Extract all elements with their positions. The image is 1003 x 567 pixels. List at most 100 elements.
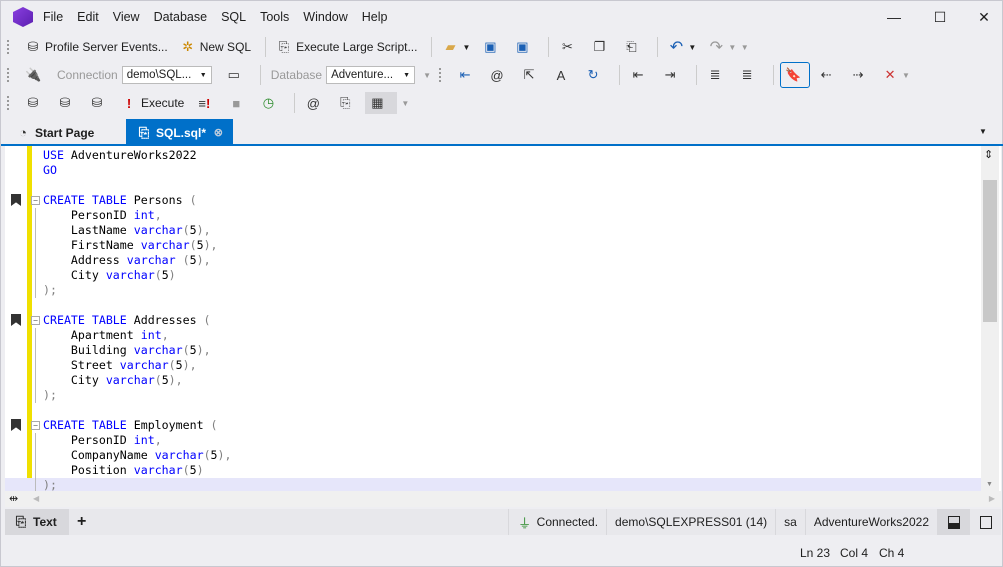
- code-line[interactable]: PersonID int,: [5, 433, 983, 448]
- new-sql-button[interactable]: ✲ New SQL: [176, 36, 255, 58]
- format-button[interactable]: ⇤: [453, 64, 481, 86]
- code-line[interactable]: PersonID int,: [5, 208, 983, 223]
- menu-sql[interactable]: SQL: [221, 10, 246, 24]
- code-line[interactable]: − CREATE TABLE Persons (: [5, 193, 983, 208]
- check-db-button[interactable]: ⛁: [85, 92, 113, 114]
- connection-select[interactable]: demo\SQL... ▼: [121, 66, 212, 84]
- code-line[interactable]: − CREATE TABLE Employment (: [5, 418, 983, 433]
- select-button[interactable]: ⇱: [517, 64, 545, 86]
- add-view-button[interactable]: +: [69, 509, 94, 535]
- connection-properties-button[interactable]: ▭: [222, 64, 250, 86]
- scroll-thumb[interactable]: [983, 180, 997, 322]
- history-button[interactable]: ◷: [256, 92, 284, 114]
- menu-view[interactable]: View: [113, 10, 140, 24]
- save-button[interactable]: ▣: [478, 36, 506, 58]
- menu-database[interactable]: Database: [154, 10, 208, 24]
- parameters-button[interactable]: @: [485, 64, 513, 86]
- refresh-db-button[interactable]: ⛁: [53, 92, 81, 114]
- menu-help[interactable]: Help: [362, 10, 388, 24]
- toggle-bookmark-button[interactable]: 🔖: [780, 62, 811, 88]
- execute-large-script-button[interactable]: ⎘ Execute Large Script...: [272, 36, 421, 58]
- rename-button[interactable]: A: [549, 64, 577, 86]
- tab-sql-file[interactable]: ⎘ SQL.sql* ⊗: [126, 119, 233, 146]
- code-line[interactable]: City varchar(5),: [5, 373, 983, 388]
- database-select[interactable]: Adventure... ▼: [326, 66, 416, 84]
- undo-button[interactable]: ↶ ▼: [664, 36, 700, 58]
- split-horizontal-icon[interactable]: ⇹: [9, 492, 18, 505]
- text-view-tab[interactable]: ⎘ Text: [5, 509, 69, 535]
- fold-toggle-icon[interactable]: −: [31, 316, 40, 325]
- code-line[interactable]: [5, 298, 983, 313]
- edit-db-button[interactable]: ⛁: [21, 92, 49, 114]
- vertical-scrollbar[interactable]: ⇕ ▼: [981, 146, 999, 491]
- save-all-button[interactable]: ▣: [510, 36, 538, 58]
- toolbar-grip[interactable]: [7, 40, 11, 54]
- split-view-button[interactable]: [937, 509, 969, 535]
- menu-tools[interactable]: Tools: [260, 10, 289, 24]
- close-tab-icon[interactable]: ⊗: [214, 126, 223, 139]
- clear-bookmarks-button[interactable]: ✕ ▼: [878, 64, 914, 86]
- code-line[interactable]: Position varchar(5): [5, 463, 983, 478]
- code-line[interactable]: );: [5, 283, 983, 298]
- uncomment-button[interactable]: ≣: [735, 64, 763, 86]
- export-button[interactable]: ⎘: [333, 92, 361, 114]
- code-line[interactable]: USE AdventureWorks2022: [5, 148, 983, 163]
- code-line[interactable]: FirstName varchar(5),: [5, 238, 983, 253]
- grid-output-button[interactable]: ▦: [365, 92, 398, 114]
- close-button[interactable]: ✕: [961, 1, 1003, 33]
- menu-file[interactable]: File: [43, 10, 63, 24]
- scroll-down-icon[interactable]: ▼: [986, 481, 993, 488]
- dropdown-arrow-icon[interactable]: ▼ ▼: [728, 43, 748, 52]
- fold-toggle-icon[interactable]: −: [31, 421, 40, 430]
- toolbar-grip[interactable]: [7, 68, 11, 82]
- cut-button[interactable]: ✂: [555, 36, 583, 58]
- bookmark-icon[interactable]: [11, 194, 21, 206]
- code-line[interactable]: );: [5, 388, 983, 403]
- fold-toggle-icon[interactable]: −: [31, 196, 40, 205]
- horizontal-scrollbar[interactable]: ⇹ ◀ ▶: [5, 491, 1001, 507]
- execute-current-button[interactable]: ≡!: [192, 92, 220, 114]
- tab-list-dropdown-icon[interactable]: ▼: [979, 127, 987, 136]
- dropdown-arrow-icon[interactable]: ▼: [902, 71, 910, 80]
- refresh-button[interactable]: ↻: [581, 64, 609, 86]
- tab-start-page[interactable]: ◔ Start Page: [5, 119, 126, 146]
- comment-button[interactable]: ≣: [703, 64, 731, 86]
- code-line[interactable]: [5, 178, 983, 193]
- copy-button[interactable]: ❐: [587, 36, 615, 58]
- code-line[interactable]: [5, 403, 983, 418]
- next-bookmark-button[interactable]: ⇢: [846, 64, 874, 86]
- redo-button[interactable]: ↷ ▼ ▼: [704, 36, 752, 58]
- scroll-left-icon[interactable]: ◀: [33, 494, 39, 503]
- bookmark-icon[interactable]: [11, 314, 21, 326]
- code-line[interactable]: );: [5, 478, 983, 491]
- decrease-indent-button[interactable]: ⇤: [626, 64, 654, 86]
- menu-edit[interactable]: Edit: [77, 10, 99, 24]
- toolbar-grip[interactable]: [7, 96, 11, 110]
- scroll-right-icon[interactable]: ▶: [989, 494, 995, 503]
- paste-button[interactable]: ⎗: [619, 36, 647, 58]
- maximize-button[interactable]: ☐: [917, 1, 963, 33]
- profile-server-events-button[interactable]: ⛁ Profile Server Events...: [21, 36, 172, 58]
- minimize-button[interactable]: —: [871, 1, 917, 33]
- code-line[interactable]: Street varchar(5),: [5, 358, 983, 373]
- code-line[interactable]: Apartment int,: [5, 328, 983, 343]
- new-connection-button[interactable]: 🔌: [21, 64, 49, 86]
- code-line[interactable]: LastName varchar(5),: [5, 223, 983, 238]
- sql-editor[interactable]: USE AdventureWorks2022 GO − CREATE TABLE Pe…: [5, 146, 1001, 491]
- previous-bookmark-button[interactable]: ⇠: [814, 64, 842, 86]
- split-icon[interactable]: ⇕: [984, 148, 993, 161]
- stop-button[interactable]: ■: [224, 92, 252, 114]
- parameters-button[interactable]: @: [301, 92, 329, 114]
- single-view-button[interactable]: [969, 509, 1001, 535]
- code-line[interactable]: City varchar(5): [5, 268, 983, 283]
- execute-button[interactable]: ! Execute: [117, 92, 188, 114]
- code-line[interactable]: Building varchar(5),: [5, 343, 983, 358]
- code-line[interactable]: − CREATE TABLE Addresses (: [5, 313, 983, 328]
- code-line[interactable]: GO: [5, 163, 983, 178]
- dropdown-arrow-icon[interactable]: ▼: [423, 71, 431, 80]
- bookmark-icon[interactable]: [11, 419, 21, 431]
- open-button[interactable]: ▰ ▼: [438, 36, 474, 58]
- toolbar-grip[interactable]: [439, 68, 443, 82]
- dropdown-arrow-icon[interactable]: ▼: [688, 43, 696, 52]
- dropdown-arrow-icon[interactable]: ▼: [401, 99, 409, 108]
